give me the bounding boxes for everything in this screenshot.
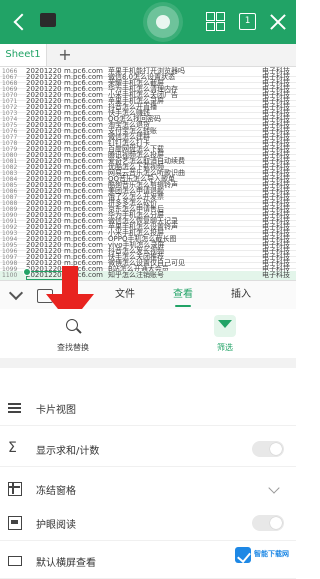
filter-label: 筛选 xyxy=(217,343,233,352)
freeze-panes-label: 冻结窗格 xyxy=(36,486,76,497)
section-divider xyxy=(0,358,296,368)
chevron-down-icon xyxy=(268,482,280,494)
menu-card-view[interactable]: 卡片视图 xyxy=(0,391,296,426)
watermark-logo-icon xyxy=(235,547,251,563)
reading-mode-label: 护眼阅读 xyxy=(36,520,76,531)
card-view-icon xyxy=(8,401,22,415)
selection-handle[interactable] xyxy=(23,268,31,276)
tab-view[interactable]: 查看 xyxy=(163,281,203,309)
site-watermark: 智能下载网 xyxy=(232,544,290,566)
reading-mode-toggle[interactable] xyxy=(252,515,284,531)
menu-freeze-panes[interactable]: 冻结窗格 xyxy=(0,472,296,507)
record-indicator-icon[interactable] xyxy=(147,6,179,38)
tab-insert[interactable]: 插入 xyxy=(221,281,261,309)
find-replace-label: 查找替换 xyxy=(57,343,89,352)
tab-file[interactable]: 文件 xyxy=(105,281,145,309)
multi-window-icon[interactable] xyxy=(204,10,228,34)
back-arrow-icon[interactable] xyxy=(8,10,32,34)
add-sheet-button[interactable]: + xyxy=(56,44,74,66)
reading-mode-icon xyxy=(8,516,22,530)
page-box-label: 1 xyxy=(239,13,256,30)
show-sum-label: 显示求和/计数 xyxy=(36,446,100,457)
search-icon xyxy=(66,319,78,331)
sheet-tab-bar: Sheet1 + xyxy=(0,44,296,67)
freeze-panes-icon xyxy=(8,482,22,496)
spreadsheet-grid[interactable]: 1066 20201220 m.pc6.com 苹果手机能打开浏览器吗 电子科技 1067… xyxy=(0,67,296,280)
watermark-text: 智能下载网 xyxy=(254,550,289,558)
sigma-icon: Σ xyxy=(8,440,17,456)
file-thumbnail xyxy=(40,13,56,27)
collapse-panel-icon[interactable] xyxy=(8,287,24,303)
show-sum-toggle[interactable] xyxy=(252,441,284,457)
card-view-label: 卡片视图 xyxy=(36,405,76,416)
title-cell[interactable]: 知乎怎么注销账号 xyxy=(108,271,164,280)
close-icon[interactable] xyxy=(266,10,290,34)
sheet-tab[interactable]: Sheet1 xyxy=(0,44,47,66)
row-number[interactable]: 1100 xyxy=(2,271,24,280)
landscape-icon xyxy=(8,556,22,566)
category-cell[interactable]: 电子科技 xyxy=(262,271,290,280)
quick-tools: 查找替换 筛选 xyxy=(0,309,296,357)
menu-reading-mode[interactable]: 护眼阅读 xyxy=(0,506,296,541)
filter-icon xyxy=(218,320,232,328)
page-box-icon[interactable]: 1 xyxy=(236,10,260,34)
find-replace-button[interactable]: 查找替换 xyxy=(38,315,108,355)
filter-button[interactable]: 筛选 xyxy=(190,315,260,355)
app-header: 1 xyxy=(0,0,296,44)
landscape-label: 默认横屏查看 xyxy=(36,558,96,569)
menu-show-sum[interactable]: Σ 显示求和/计数 xyxy=(0,432,296,467)
